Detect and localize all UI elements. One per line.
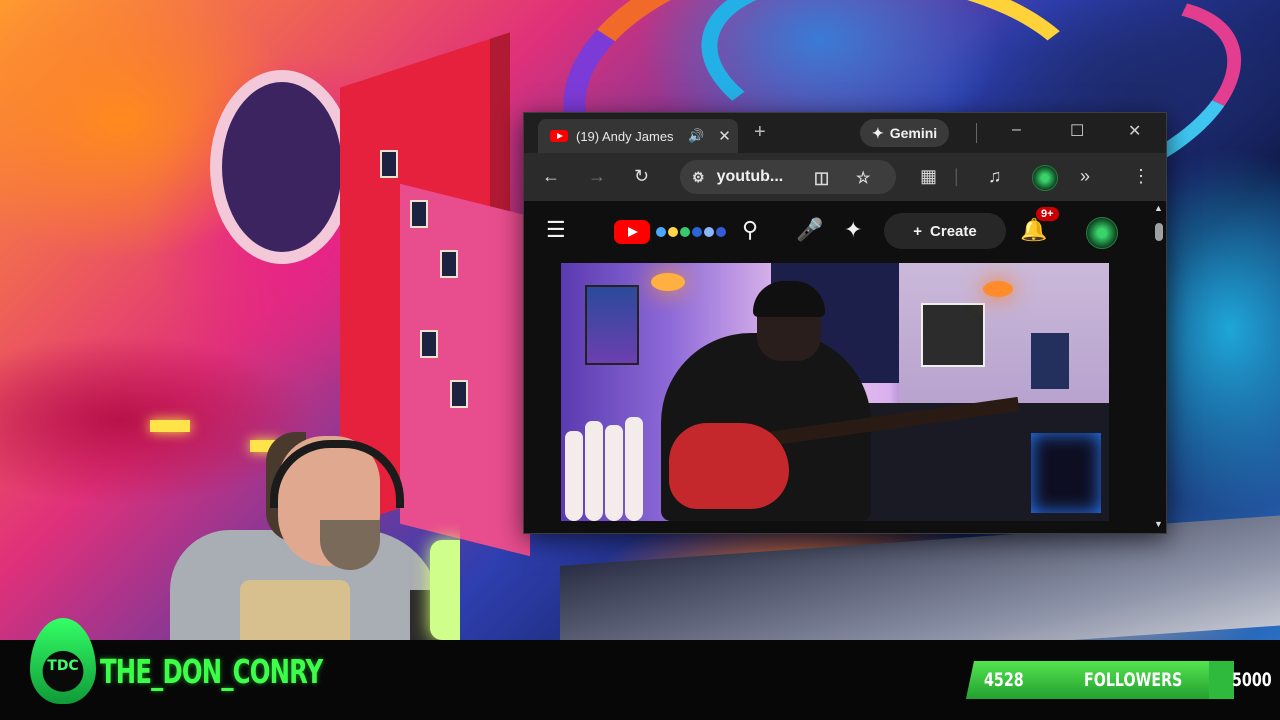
video-frame-poster — [921, 303, 985, 367]
plus-icon: + — [913, 222, 923, 240]
address-text: youtub... — [716, 168, 784, 185]
youtube-doodle-logo[interactable] — [656, 219, 740, 245]
tab-strip: (19) Andy James 🔊 ✕ + ✦ Gemini – ☐ ✕ — [524, 113, 1166, 153]
building-window — [410, 200, 428, 228]
scroll-down-arrow-icon[interactable]: ▼ — [1154, 519, 1163, 529]
notifications-bell-icon[interactable]: 🔔 — [1020, 219, 1047, 241]
tab-title: (19) Andy James — [576, 128, 674, 144]
video-player[interactable] — [561, 263, 1109, 521]
new-tab-button[interactable]: + — [754, 121, 766, 144]
reload-icon[interactable]: ↻ — [634, 167, 649, 185]
browser-menu-icon[interactable]: ⋮ — [1132, 167, 1150, 185]
create-label: Create — [930, 222, 977, 240]
youtube-logo[interactable] — [614, 220, 650, 244]
minimize-button[interactable]: – — [1012, 121, 1021, 139]
microphone-icon[interactable]: 🎤 — [796, 219, 823, 241]
divider — [976, 123, 977, 143]
porthole-window-art — [210, 70, 354, 264]
building-window — [440, 250, 458, 278]
gemini-button[interactable]: ✦ Gemini — [860, 119, 950, 147]
sparkle-icon: ✦ — [872, 124, 884, 141]
video-frame-pc — [1031, 433, 1101, 513]
bookmark-star-icon[interactable]: ☆ — [856, 168, 870, 188]
site-info-icon[interactable]: ⚙ — [692, 169, 705, 186]
gemini-label: Gemini — [889, 125, 938, 141]
forward-arrow-icon[interactable]: → — [588, 167, 606, 185]
followers-goal-bar: 4528 FOLLOWERS — [966, 661, 1234, 699]
ask-ai-icon[interactable]: ✦ — [844, 219, 862, 241]
extensions-icon[interactable]: ▦ — [920, 167, 937, 185]
divider: | — [954, 166, 959, 186]
youtube-header: ☰ ⚲ 🎤 ✦ + Create 🔔 9+ — [524, 201, 1166, 259]
logo-text: TDC — [47, 658, 79, 674]
webcam-feed — [160, 430, 460, 640]
notification-badge: 9+ — [1036, 207, 1059, 221]
followers-label: FOLLOWERS — [1084, 669, 1183, 691]
video-frame-lamp — [651, 273, 685, 291]
channel-name: THE_DON_CONRY — [100, 652, 323, 691]
tab-youtube[interactable]: (19) Andy James 🔊 ✕ — [538, 119, 738, 153]
youtube-favicon-icon — [550, 130, 568, 142]
followers-current: 4528 — [984, 669, 1024, 691]
building-window — [380, 150, 398, 178]
tab-close-icon[interactable]: ✕ — [718, 127, 731, 145]
glowing-microphone — [430, 540, 460, 640]
speaker-icon[interactable]: 🔊 — [688, 128, 704, 144]
back-arrow-icon[interactable]: ← — [542, 167, 560, 185]
search-icon[interactable]: ⚲ — [742, 219, 758, 241]
channel-avatar[interactable] — [1086, 217, 1118, 249]
followers-goal: 5000 — [1232, 669, 1272, 691]
browser-toolbar: ← → ↻ ⚙ youtub... ◫ ☆ ▦ | ♫ » ⋮ — [524, 153, 1166, 201]
hamburger-menu-icon[interactable]: ☰ — [546, 219, 566, 241]
profile-avatar[interactable] — [1032, 165, 1058, 191]
install-app-icon[interactable]: ◫ — [814, 168, 829, 188]
more-tabs-chevron-icon[interactable]: » — [1080, 167, 1090, 185]
create-button[interactable]: + Create — [884, 213, 1006, 249]
building-window — [420, 330, 438, 358]
browser-window: (19) Andy James 🔊 ✕ + ✦ Gemini – ☐ ✕ ← →… — [523, 112, 1167, 534]
building-window — [450, 380, 468, 408]
close-window-button[interactable]: ✕ — [1128, 121, 1141, 141]
page-scrollbar[interactable]: ▲ ▼ — [1152, 201, 1166, 533]
address-bar[interactable]: ⚙ youtub... ◫ ☆ — [680, 160, 896, 194]
channel-logo: TDC — [30, 618, 96, 704]
maximize-button[interactable]: ☐ — [1070, 121, 1084, 141]
scrollbar-thumb[interactable] — [1155, 223, 1163, 241]
webcam-shirt-graphic — [240, 580, 350, 640]
video-frame-poster — [1031, 333, 1069, 389]
video-frame-guitar-body — [669, 423, 789, 509]
video-frame-lamp — [983, 281, 1013, 297]
video-frame-guitar-rack — [561, 353, 661, 521]
media-controls-icon[interactable]: ♫ — [988, 167, 1002, 185]
scroll-up-arrow-icon[interactable]: ▲ — [1154, 203, 1163, 213]
